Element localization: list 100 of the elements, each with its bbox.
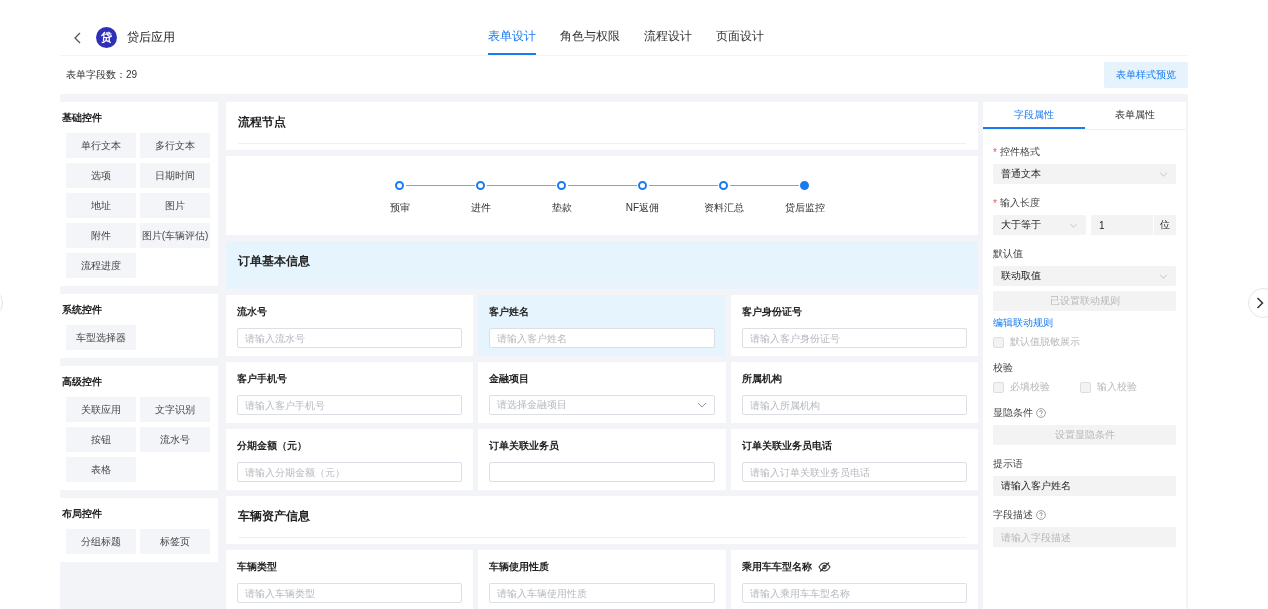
- control-item[interactable]: 单行文本: [66, 133, 136, 158]
- field-label: 客户姓名: [489, 305, 530, 319]
- group-title: 系统控件: [62, 303, 103, 317]
- field-label: 订单关联业务员: [489, 439, 560, 453]
- input-field[interactable]: 请输入客户姓名: [489, 328, 715, 348]
- control-item[interactable]: 地址: [66, 193, 136, 218]
- back-icon[interactable]: [74, 31, 82, 44]
- control-item[interactable]: 图片(车辆评估): [140, 223, 210, 248]
- field-card[interactable]: 车辆类型 请输入车辆类型: [226, 550, 474, 609]
- checkbox-label: 输入校验: [1097, 380, 1137, 394]
- unit-label: 位: [1153, 215, 1176, 235]
- step-label: 预审: [389, 200, 410, 215]
- field-card[interactable]: 乘用车车型名称 请输入乘用车车型名称: [730, 550, 978, 609]
- chevron-down-icon: [1159, 171, 1168, 177]
- control-item[interactable]: 按钮: [66, 427, 136, 452]
- checkbox[interactable]: [1080, 381, 1091, 393]
- chevron-down-icon: [1159, 273, 1168, 279]
- step-label: NF返佣: [625, 200, 660, 215]
- control-item[interactable]: 标签页: [140, 529, 210, 554]
- nav-tab[interactable]: 表单设计: [488, 20, 536, 55]
- field-card[interactable]: 分期金额（元） 请输入分期金额（元）: [226, 429, 474, 490]
- field-label: 车辆类型: [237, 560, 277, 574]
- field-card[interactable]: 流水号 请输入流水号: [226, 295, 474, 356]
- input-field[interactable]: 请输入订单关联业务员电话: [741, 462, 967, 482]
- field-label: 流水号: [237, 305, 267, 319]
- select-field[interactable]: 联动取值: [993, 266, 1176, 286]
- control-item[interactable]: 分组标题: [66, 529, 136, 554]
- property-label: 显隐条件: [993, 406, 1033, 420]
- number-field[interactable]: 1 位: [1091, 215, 1176, 235]
- property-label: 输入长度: [999, 196, 1040, 210]
- property-label: 校验: [993, 361, 1013, 375]
- field-label: 分期金额（元）: [237, 439, 307, 453]
- field-card[interactable]: 订单关联业务员电话 请输入订单关联业务员电话: [730, 429, 978, 490]
- input-field[interactable]: 请输入乘用车车型名称: [741, 583, 967, 603]
- step-label: 贷后监控: [784, 200, 825, 215]
- chevron-right-icon: [1256, 297, 1264, 309]
- step-label: 垫款: [551, 200, 572, 215]
- nav-tab[interactable]: 角色与权限: [560, 20, 620, 55]
- field-label: 金融项目: [489, 372, 530, 386]
- select-field[interactable]: 大于等于: [993, 215, 1086, 235]
- group-title: 基础控件: [62, 111, 103, 125]
- property-tab[interactable]: 字段属性: [983, 102, 1085, 129]
- field-card[interactable]: 金融项目 请选择金融项目: [478, 362, 726, 423]
- edit-rule-link[interactable]: 编辑联动规则: [993, 316, 1053, 330]
- section-title: 流程节点: [238, 114, 966, 144]
- field-card[interactable]: 客户手机号 请输入客户手机号: [226, 362, 474, 423]
- step-label: 资料汇总: [703, 200, 744, 215]
- group-title: 高级控件: [62, 375, 103, 389]
- property-label: 字段描述: [993, 508, 1033, 522]
- control-item[interactable]: 表格: [66, 457, 136, 482]
- field-card[interactable]: 客户身份证号 请输入客户身份证号: [730, 295, 978, 356]
- step-label: 进件: [470, 200, 491, 215]
- input-field[interactable]: 请输入分期金额（元）: [237, 462, 463, 482]
- control-item[interactable]: 车型选择器: [66, 325, 136, 350]
- group-title: 布局控件: [62, 507, 103, 521]
- field-label: 乘用车车型名称: [741, 560, 812, 574]
- property-label: 默认值: [993, 247, 1023, 261]
- control-item[interactable]: 流水号: [140, 427, 210, 452]
- field-count: 表单字段数：29: [66, 68, 138, 82]
- preview-button[interactable]: 表单样式预览: [1104, 62, 1188, 88]
- field-card[interactable]: 车辆使用性质 请输入车辆使用性质: [478, 550, 726, 609]
- field-label: 客户身份证号: [741, 305, 802, 319]
- property-label: 控件格式: [999, 145, 1040, 159]
- field-card[interactable]: 客户姓名 请输入客户姓名: [478, 295, 726, 356]
- field-label: 车辆使用性质: [489, 560, 550, 574]
- input-field[interactable]: 请输入客户身份证号: [741, 328, 967, 348]
- app-logo: 贷: [96, 27, 117, 48]
- field-card[interactable]: 所属机构 请输入所属机构: [730, 362, 978, 423]
- control-item[interactable]: 文字识别: [140, 397, 210, 422]
- input-field[interactable]: 请输入车辆类型: [237, 583, 463, 603]
- control-item[interactable]: 图片: [140, 193, 210, 218]
- property-label: 提示语: [993, 457, 1023, 471]
- control-item[interactable]: 流程进度: [66, 253, 136, 278]
- input-field[interactable]: 请输入流水号: [237, 328, 463, 348]
- input-field[interactable]: 请输入车辆使用性质: [489, 583, 715, 603]
- control-item[interactable]: 关联应用: [66, 397, 136, 422]
- checkbox-label: 默认值脱敏展示: [1010, 335, 1080, 349]
- input-field[interactable]: [489, 462, 715, 482]
- property-tab[interactable]: 表单属性: [1084, 102, 1186, 129]
- app-title: 贷后应用: [127, 29, 175, 46]
- field-card[interactable]: 订单关联业务员: [478, 429, 726, 490]
- nav-tab[interactable]: 流程设计: [644, 20, 692, 55]
- control-item[interactable]: 附件: [66, 223, 136, 248]
- checkbox-label: 必填校验: [1010, 380, 1050, 394]
- control-item[interactable]: 日期时间: [140, 163, 210, 188]
- field-label: 客户手机号: [237, 372, 287, 386]
- section-title: 订单基本信息: [238, 253, 966, 283]
- control-item[interactable]: 选项: [66, 163, 136, 188]
- input-field[interactable]: 请输入所属机构: [741, 395, 967, 415]
- select-field[interactable]: 普通文本: [993, 164, 1176, 184]
- input-field[interactable]: 请输入客户手机号: [237, 395, 463, 415]
- text-field[interactable]: 请输入客户姓名: [993, 476, 1176, 496]
- control-item[interactable]: 多行文本: [140, 133, 210, 158]
- chevron-down-icon: [696, 402, 707, 408]
- section-title: 车辆资产信息: [238, 508, 966, 538]
- required-mark: *: [993, 197, 997, 209]
- required-mark: *: [993, 146, 997, 158]
- checkbox[interactable]: [993, 336, 1004, 348]
- checkbox[interactable]: [993, 381, 1004, 393]
- nav-tab[interactable]: 页面设计: [716, 20, 764, 55]
